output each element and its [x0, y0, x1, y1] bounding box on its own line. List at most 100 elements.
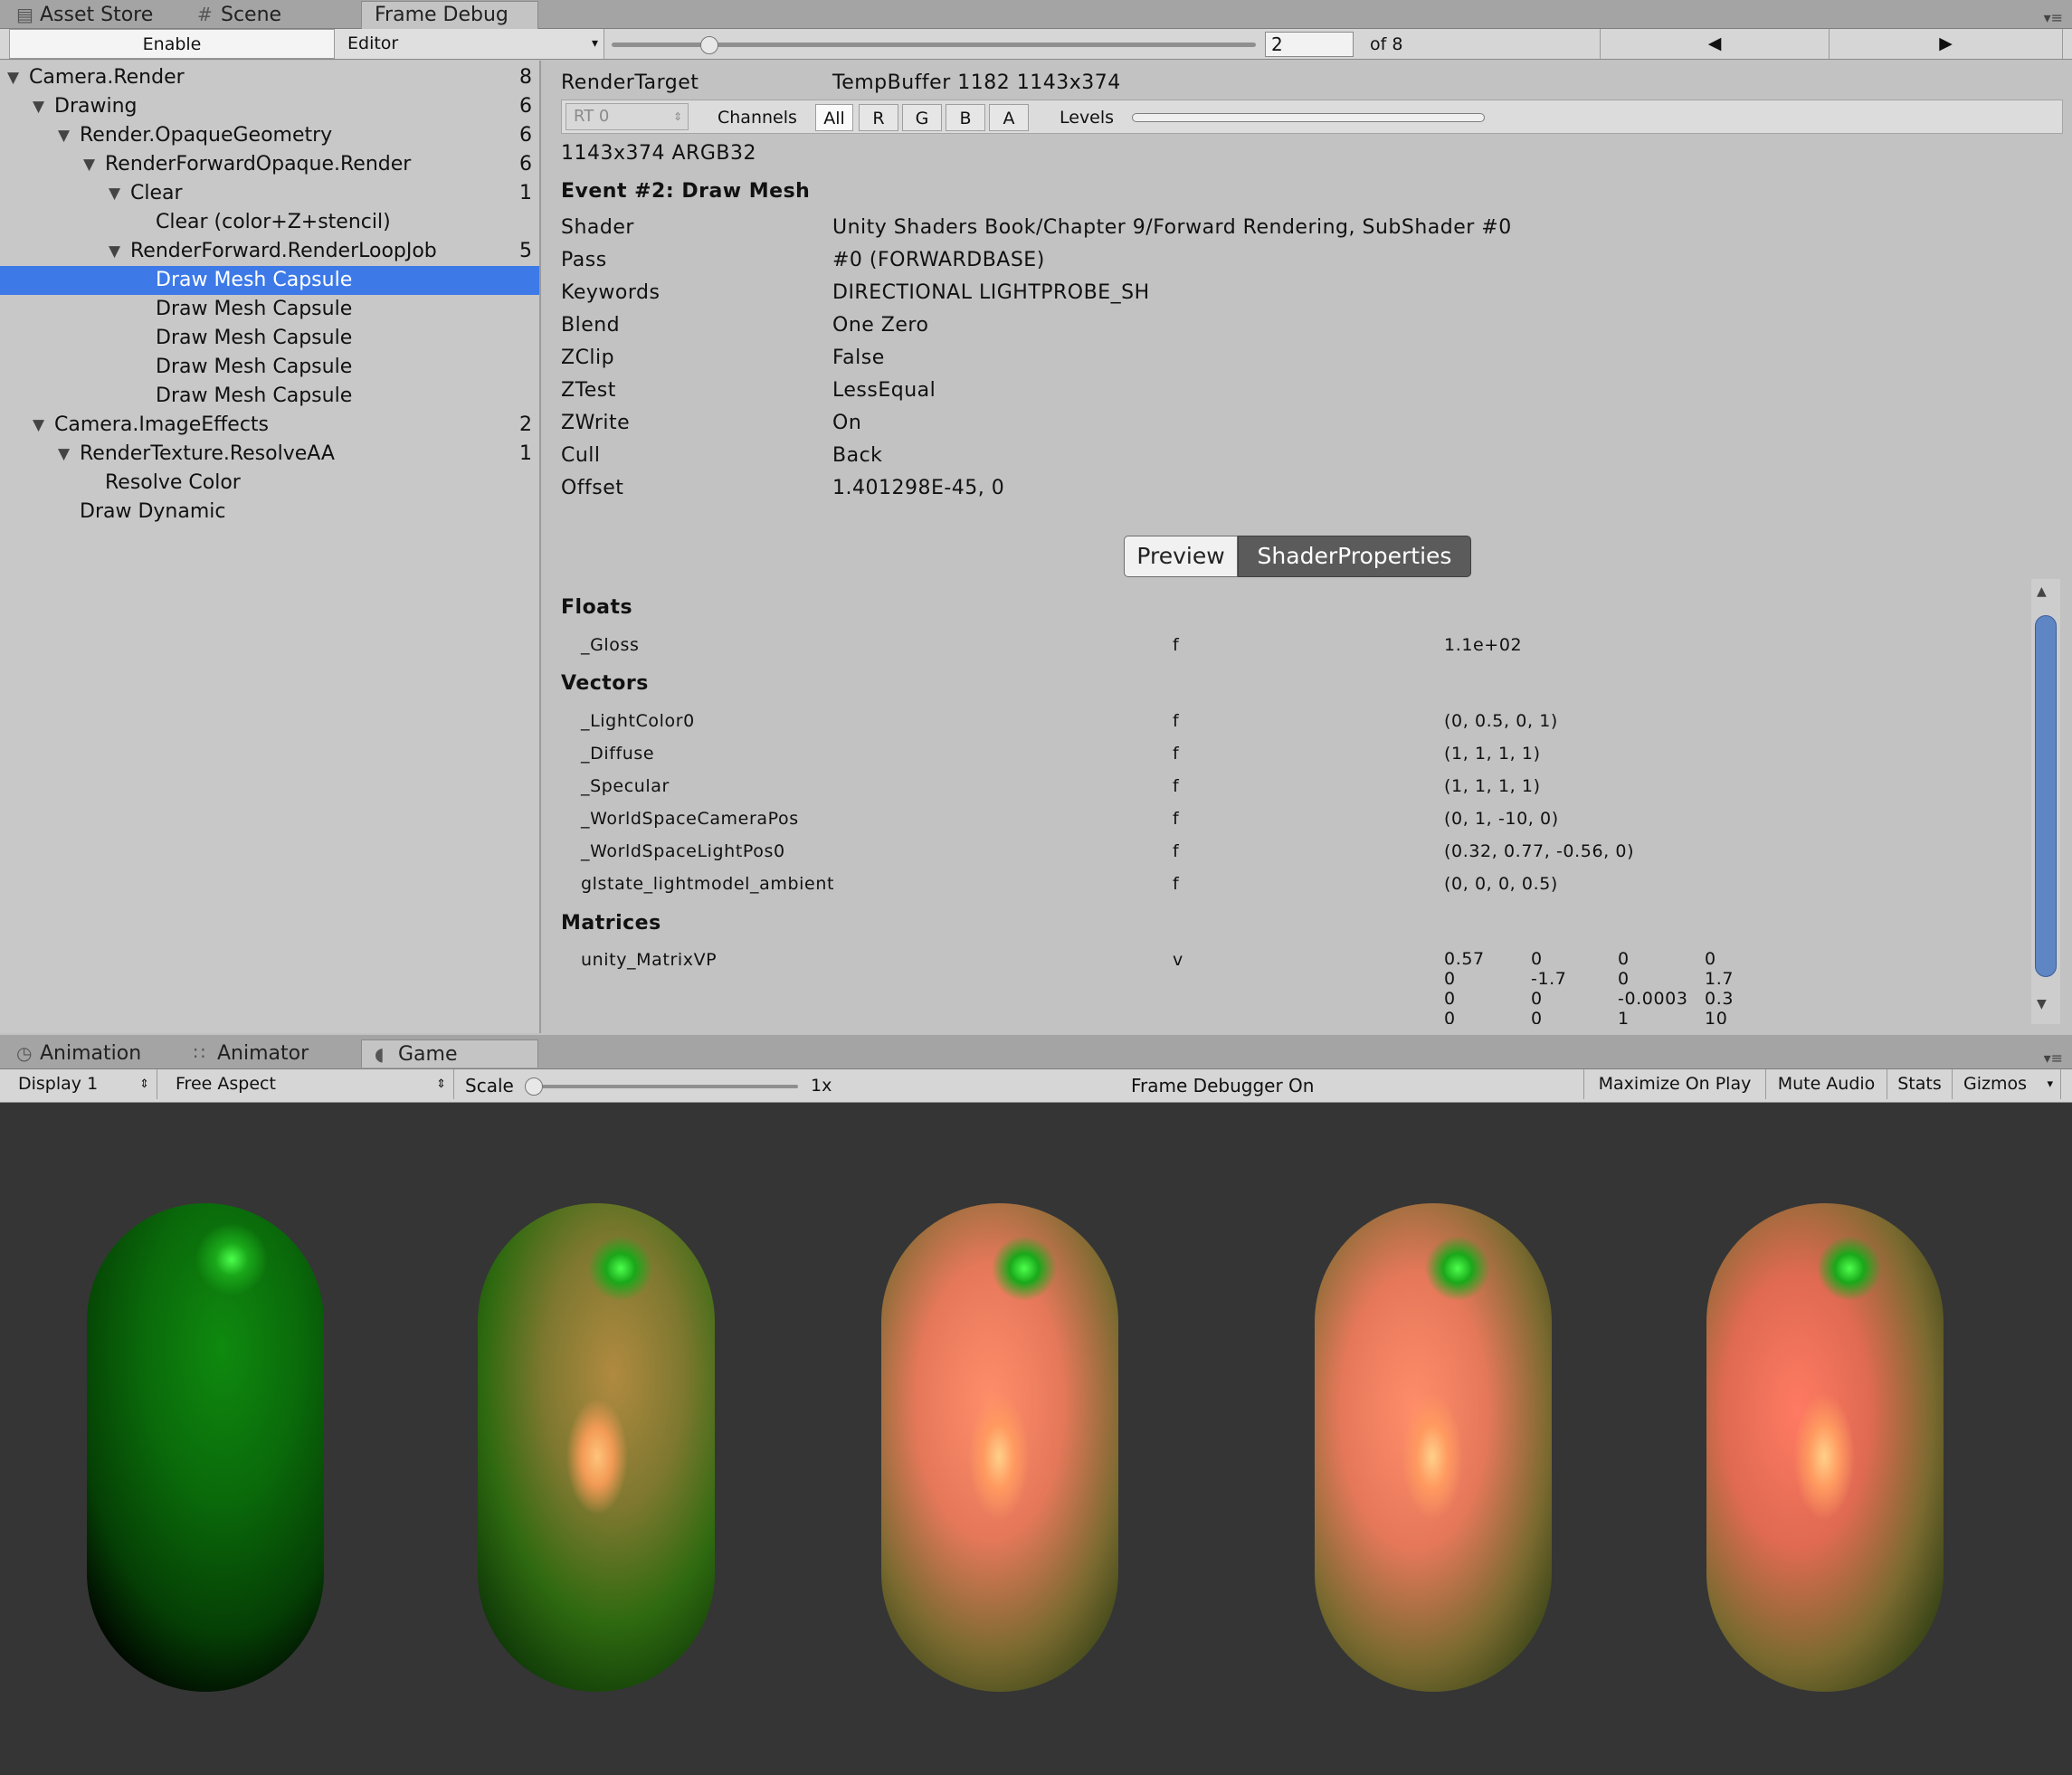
specular-value: (1, 1, 1, 1): [1444, 776, 1541, 796]
properties-scrollbar[interactable]: ▲ ▼: [2031, 579, 2060, 1024]
event-index-field[interactable]: 2: [1265, 32, 1354, 57]
gloss-value: 1.1e+02: [1444, 635, 1523, 655]
tree-item[interactable]: ▼ RenderTexture.ResolveAA 1: [0, 440, 539, 469]
camerapos-stage: f: [1173, 809, 1180, 829]
tab-scene[interactable]: # Scene: [185, 1, 320, 29]
camerapos-name: _WorldSpaceCameraPos: [581, 809, 799, 829]
tree-item[interactable]: ▼ Drawing 6: [0, 92, 539, 121]
scale-slider-thumb[interactable]: [525, 1077, 543, 1096]
expand-arrow-icon[interactable]: ▼: [33, 411, 44, 440]
diffuse-name: _Diffuse: [581, 744, 655, 764]
expand-arrow-icon[interactable]: ▼: [109, 179, 120, 208]
scroll-down-icon[interactable]: ▼: [2037, 997, 2047, 1011]
tree-item[interactable]: ▼ RenderForwardOpaque.Render 6: [0, 150, 539, 179]
lightpos0-name: _WorldSpaceLightPos0: [581, 841, 785, 861]
tab-frame-debug[interactable]: Frame Debug: [361, 1, 538, 29]
expand-arrow-icon[interactable]: ▼: [33, 92, 44, 121]
diffuse-value: (1, 1, 1, 1): [1444, 744, 1541, 764]
tree-item[interactable]: ▼ Camera.ImageEffects 2: [0, 411, 539, 440]
channel-b-button[interactable]: B: [946, 104, 985, 131]
preview-tab-button[interactable]: Preview: [1124, 536, 1238, 577]
tab-asset-store[interactable]: ▤ Asset Store: [4, 1, 176, 29]
capsule-1: [87, 1203, 324, 1692]
channel-a-button[interactable]: A: [989, 104, 1029, 131]
shader-key: Shader: [561, 216, 634, 239]
scrollbar-thumb[interactable]: [2035, 615, 2057, 977]
event-title: Event #2: Draw Mesh: [561, 180, 811, 203]
frame-debug-toolbar: Enable Editor ▾ 2 of 8 ◀ ▶: [0, 29, 2072, 60]
tree-item[interactable]: Clear (color+Z+stencil): [0, 208, 539, 237]
blend-value: One Zero: [832, 314, 929, 337]
tree-item[interactable]: ▼ Clear 1: [0, 179, 539, 208]
frame-debugger-status: Frame Debugger On: [1131, 1075, 1315, 1096]
lightcolor0-name: _LightColor0: [581, 711, 695, 731]
matrix-cell: 0: [1444, 989, 1456, 1009]
display-dropdown[interactable]: Display 1 ⇕: [9, 1069, 157, 1099]
tree-item-selected[interactable]: Draw Mesh Capsule: [0, 266, 539, 295]
asset-store-icon: ▤: [16, 4, 33, 25]
maximize-on-play-button[interactable]: Maximize On Play: [1583, 1069, 1766, 1099]
gizmos-dropdown[interactable]: Gizmos ▾: [1953, 1069, 2061, 1099]
keywords-key: Keywords: [561, 281, 661, 304]
expand-arrow-icon[interactable]: ▼: [7, 63, 19, 92]
enable-button[interactable]: Enable: [9, 29, 335, 59]
expand-arrow-icon[interactable]: ▼: [58, 440, 70, 469]
expand-arrow-icon[interactable]: ▼: [109, 237, 120, 266]
render-target-label: RenderTarget: [561, 71, 699, 94]
panel-menu-icon[interactable]: ▾≡: [2044, 1049, 2063, 1067]
rt-select-dropdown[interactable]: RT 0 ⇕: [566, 103, 689, 130]
top-tab-bar: ▤ Asset Store # Scene Frame Debug ▾≡: [0, 0, 2072, 29]
expand-arrow-icon[interactable]: ▼: [83, 150, 95, 179]
cull-key: Cull: [561, 444, 601, 467]
specular-name: _Specular: [581, 776, 670, 796]
dropdown-arrow-icon: ▾: [591, 36, 598, 51]
tab-game[interactable]: ◖ Game: [361, 1039, 538, 1068]
channel-r-button[interactable]: R: [859, 104, 898, 131]
levels-range-slider[interactable]: [1132, 113, 1485, 122]
prev-event-button[interactable]: ◀: [1600, 29, 1830, 59]
matrix-cell: 0: [1444, 1009, 1456, 1024]
zclip-value: False: [832, 346, 885, 369]
mute-audio-button[interactable]: Mute Audio: [1766, 1069, 1887, 1099]
channels-toolbar: RT 0 ⇕ Channels All R G B A Levels: [561, 100, 2063, 134]
scale-slider-track[interactable]: [530, 1085, 798, 1088]
matrix-values: 0.57 0 0 0 0 -1.7 0 1.7 0 0 -0.0003 0.3 …: [1439, 946, 1746, 1024]
texture-format: 1143x374 ARGB32: [561, 142, 756, 165]
zclip-key: ZClip: [561, 346, 615, 369]
scroll-up-icon[interactable]: ▲: [2037, 584, 2047, 599]
offset-key: Offset: [561, 477, 624, 499]
lightpos0-stage: f: [1173, 841, 1180, 861]
matrix-cell: 0: [1705, 949, 1716, 969]
next-event-button[interactable]: ▶: [1830, 29, 2063, 59]
stats-button[interactable]: Stats: [1887, 1069, 1953, 1099]
panel-menu-icon[interactable]: ▾≡: [2044, 9, 2063, 26]
event-slider-thumb[interactable]: [700, 36, 718, 54]
vectors-heading: Vectors: [561, 672, 649, 695]
tree-item[interactable]: Draw Mesh Capsule: [0, 382, 539, 411]
channel-g-button[interactable]: G: [902, 104, 942, 131]
zwrite-value: On: [832, 412, 862, 434]
tab-animator[interactable]: ∷ Animator: [181, 1039, 335, 1068]
matrix-cell: 0: [1618, 949, 1630, 969]
shader-properties-tab-button[interactable]: ShaderProperties: [1238, 536, 1471, 577]
tree-item[interactable]: ▼ RenderForward.RenderLoopJob 5: [0, 237, 539, 266]
tree-item[interactable]: Draw Mesh Capsule: [0, 324, 539, 353]
channel-all-button[interactable]: All: [815, 104, 853, 131]
aspect-dropdown[interactable]: Free Aspect ⇕: [165, 1069, 454, 1099]
matrix-cell: 0: [1444, 969, 1456, 989]
tree-item[interactable]: Draw Dynamic: [0, 498, 539, 527]
capsule-4: [1315, 1203, 1552, 1692]
matrices-heading: Matrices: [561, 912, 661, 935]
blend-key: Blend: [561, 314, 621, 337]
target-dropdown[interactable]: Editor ▾: [335, 29, 604, 59]
pass-key: Pass: [561, 249, 607, 271]
tree-item[interactable]: ▼ Camera.Render 8: [0, 63, 539, 92]
tree-item[interactable]: Draw Mesh Capsule: [0, 353, 539, 382]
event-tree: ▼ Camera.Render 8 ▼ Drawing 6 ▼ Render.Opaque…: [0, 61, 541, 1033]
tree-item[interactable]: Draw Mesh Capsule: [0, 295, 539, 324]
shader-value: Unity Shaders Book/Chapter 9/Forward Ren…: [832, 216, 1512, 239]
tree-item[interactable]: Resolve Color: [0, 469, 539, 498]
tab-animation[interactable]: ◷ Animation: [4, 1039, 166, 1068]
tree-item[interactable]: ▼ Render.OpaqueGeometry 6: [0, 121, 539, 150]
expand-arrow-icon[interactable]: ▼: [58, 121, 70, 150]
